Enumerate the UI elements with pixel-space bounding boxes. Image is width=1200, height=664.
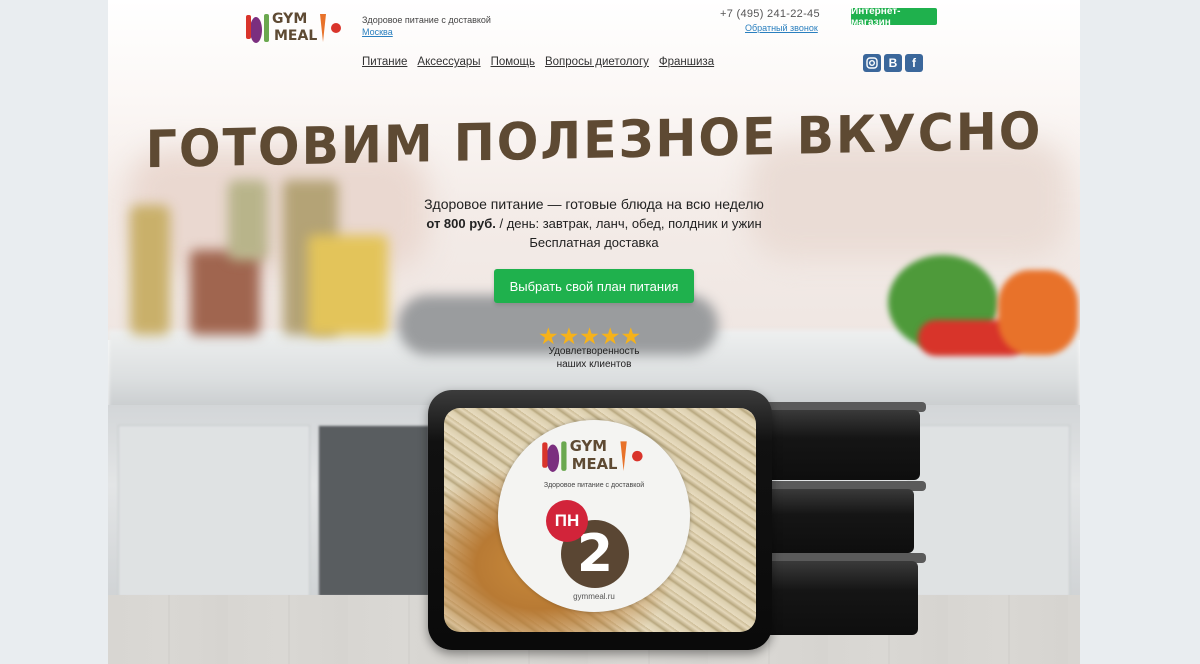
header-tagline: Здоровое питание с доставкой (362, 15, 491, 25)
sticker-logo: GYM MEAL (542, 438, 643, 473)
hero-description: Здоровое питание — готовые блюда на всю … (424, 196, 764, 212)
landing-page: GYM MEAL Здоровое питание с доставкой Мо… (108, 0, 1080, 664)
apple-icon (331, 23, 341, 33)
nav-item-franchise[interactable]: Франшиза (659, 56, 714, 68)
callback-link[interactable]: Обратный звонок (745, 23, 818, 33)
instagram-icon[interactable] (863, 54, 881, 72)
social-links: В f (863, 54, 923, 72)
svg-text:GYM: GYM (272, 11, 307, 27)
spice-jar (190, 250, 260, 335)
rating-label: Удовлетворенность (548, 346, 640, 357)
price-details: / день: завтрак, ланч, обед, полдник и у… (495, 216, 762, 231)
nav-item-dietitian[interactable]: Вопросы диетологу (545, 56, 649, 68)
oven (318, 425, 430, 597)
cabinet-door (908, 425, 1070, 597)
sticker-url: gymmeal.ru (573, 592, 615, 601)
choose-plan-button[interactable]: Выбрать свой план питания (494, 269, 694, 303)
hero-delivery: Бесплатная доставка (529, 235, 659, 250)
eggplant-icon (250, 17, 262, 43)
phone-number[interactable]: +7 (495) 241-22-45 (720, 8, 820, 20)
carrot-icon (320, 14, 326, 42)
price-bold: от 800 руб. (426, 216, 496, 231)
svg-text:MEAL: MEAL (572, 456, 618, 473)
pepper (998, 270, 1078, 355)
container-sticker: GYM MEAL Здоровое питание с доставкой ПН… (498, 420, 690, 612)
cabinet-door (118, 425, 310, 597)
svg-text:MEAL: MEAL (274, 28, 317, 44)
nav-item-accessories[interactable]: Аксессуары (417, 56, 480, 68)
hero-price-line: от 800 руб. / день: завтрак, ланч, обед,… (108, 216, 1080, 231)
rating-stars: ★★★★★ (538, 323, 642, 349)
main-nav: Питание Аксессуары Помощь Вопросы диетол… (362, 56, 714, 68)
pasta-jar (308, 235, 388, 335)
sticker-tagline: Здоровое питание с доставкой (543, 482, 645, 489)
vk-icon[interactable]: В (884, 54, 902, 72)
svg-text:GYM: GYM (570, 438, 607, 455)
nav-item-pitanie[interactable]: Питание (362, 56, 407, 68)
nav-item-help[interactable]: Помощь (491, 56, 535, 68)
city-link[interactable]: Москва (362, 27, 393, 37)
day-badge: ПН (546, 500, 588, 542)
brand-logo[interactable]: GYM MEAL (242, 6, 348, 46)
rating-label-2: наших клиентов (556, 359, 632, 370)
facebook-icon[interactable]: f (905, 54, 923, 72)
online-shop-button[interactable]: Интернет-магазин (851, 6, 937, 28)
